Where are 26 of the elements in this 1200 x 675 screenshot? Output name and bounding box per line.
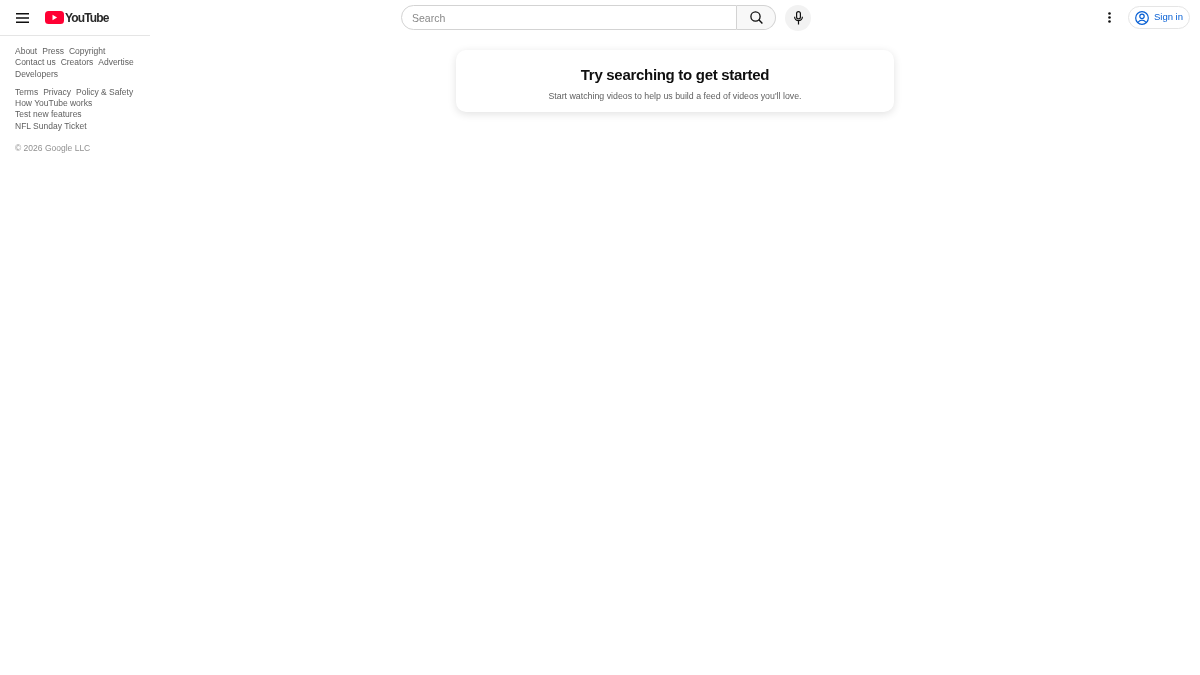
empty-state-message: Start watching videos to help us build a feed of videos you'll love.	[548, 90, 802, 102]
footer-link[interactable]: NFL Sunday Ticket	[15, 120, 87, 133]
footer-link[interactable]: Policy & Safety	[76, 86, 134, 99]
footer-link[interactable]: Terms	[15, 86, 39, 99]
voice-search-button[interactable]	[785, 4, 811, 31]
footer-link[interactable]: How YouTube works	[15, 98, 93, 110]
play-logo-icon	[45, 11, 64, 24]
footer-link[interactable]: Advertise	[98, 57, 134, 69]
footer-link[interactable]: Test new features	[15, 109, 82, 121]
footer-link[interactable]: About	[15, 46, 38, 58]
vertical-dots-icon	[1108, 12, 1112, 23]
footer-link[interactable]: Developers	[15, 68, 58, 80]
footer-link[interactable]: Press	[42, 46, 64, 58]
search-button[interactable]	[737, 5, 776, 30]
footer-link[interactable]: Contact us	[15, 57, 56, 69]
microphone-icon	[793, 10, 803, 25]
logo-link[interactable]: YouTube	[45, 11, 109, 24]
copyright-text: © 2026 Google LLC	[15, 143, 91, 154]
search-icon	[749, 11, 763, 24]
empty-state-title: Try searching to get started	[580, 65, 770, 85]
footer-link[interactable]: Privacy	[43, 86, 71, 99]
footer-link[interactable]: Copyright	[68, 46, 106, 58]
user-circle-icon	[1134, 10, 1149, 25]
menu-icon	[15, 12, 29, 23]
search-field[interactable]: Search	[401, 5, 737, 30]
footer-link[interactable]: Creators	[60, 57, 94, 69]
